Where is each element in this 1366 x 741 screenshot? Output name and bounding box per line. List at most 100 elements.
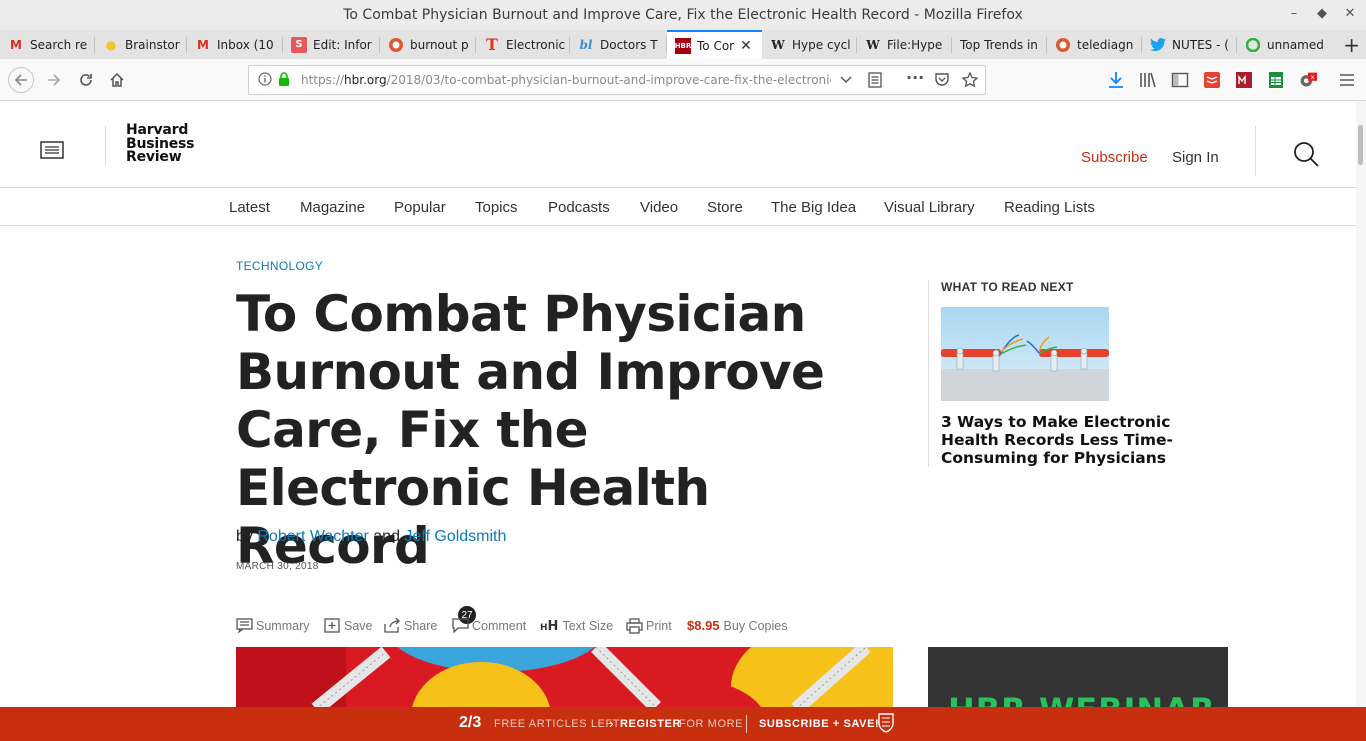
subscribe-link[interactable]: Subscribe [1081, 149, 1148, 166]
webinar-ad-text: HBR WEBINAR [948, 691, 1216, 707]
menu-icon[interactable] [40, 141, 64, 159]
paywall-banner: 2/3 FREE ARTICLES LEFT › REGISTER FOR MO… [0, 707, 1366, 741]
chevron-down-icon[interactable] [840, 73, 852, 89]
tab-label: telediagn [1077, 37, 1134, 52]
scrollbar-thumb[interactable] [1358, 125, 1363, 165]
nav-topics[interactable]: Topics [475, 199, 518, 216]
comment-button[interactable]: Comment [452, 618, 526, 633]
topic-kicker[interactable]: TECHNOLOGY [236, 259, 323, 273]
duckduckgo-icon [1055, 37, 1071, 53]
url-text[interactable]: https://hbr.org/2018/03/to-combat-physic… [301, 73, 831, 87]
summary-button[interactable]: Summary [236, 618, 309, 633]
tab-13[interactable]: unnamed [1237, 30, 1332, 59]
page-scrollbar[interactable] [1356, 101, 1366, 707]
author-link[interactable]: Jeff Goldsmith [404, 528, 506, 545]
home-icon[interactable] [106, 69, 128, 91]
related-article-title[interactable]: 3 Ways to Make Electronic Health Records… [941, 413, 1211, 467]
tab-label: NUTES - ( [1172, 37, 1229, 52]
lightbulb-icon: ● [105, 37, 117, 52]
tab-12[interactable]: NUTES - ( [1142, 30, 1237, 59]
reader-view-icon[interactable] [868, 72, 882, 92]
text-size-label: Text Size [562, 619, 614, 633]
extension-icon[interactable]: x [1299, 71, 1317, 89]
page-actions-icon[interactable]: ··· [906, 68, 924, 87]
nav-store[interactable]: Store [707, 199, 743, 216]
tab-4[interactable]: burnout p [380, 30, 476, 59]
url-domain: hbr.org [344, 73, 387, 87]
print-icon [626, 618, 643, 634]
tab-0[interactable]: M Search re [0, 30, 95, 59]
header-divider [1255, 126, 1256, 176]
pocket-icon[interactable] [934, 72, 950, 91]
share-button[interactable]: Share [384, 618, 437, 633]
url-bar[interactable]: https://hbr.org/2018/03/to-combat-physic… [248, 65, 986, 95]
tab-10[interactable]: Top Trends in [952, 30, 1047, 59]
tab-6[interactable]: bl Doctors T [570, 30, 667, 59]
tab-8[interactable]: W Hype cycl [762, 30, 857, 59]
todoist-icon[interactable] [1203, 71, 1221, 89]
minimize-icon[interactable]: – [1286, 6, 1302, 21]
forward-icon[interactable] [43, 69, 65, 91]
tab-5[interactable]: T Electronic [476, 30, 570, 59]
gmail-icon: M [197, 37, 209, 52]
buy-copies-label: Buy Copies [723, 618, 788, 633]
author-link[interactable]: Robert Wachter [257, 528, 368, 545]
nav-big-idea[interactable]: The Big Idea [771, 199, 856, 216]
hbr-icon: HBR [675, 37, 691, 54]
save-button[interactable]: Save [324, 618, 373, 633]
tab-label: File:Hype [887, 37, 943, 52]
nav-popular[interactable]: Popular [394, 199, 446, 216]
save-label: Save [344, 618, 373, 633]
lock-icon[interactable] [278, 72, 290, 90]
byline-by: by [236, 528, 253, 545]
sheets-icon[interactable] [1267, 71, 1285, 89]
nav-podcasts[interactable]: Podcasts [548, 199, 610, 216]
print-button[interactable]: Print [626, 618, 672, 634]
library-icon[interactable] [1139, 71, 1157, 89]
webinar-ad[interactable]: HBR WEBINAR [928, 647, 1228, 707]
meetup-icon[interactable] [1235, 71, 1253, 89]
related-article-image[interactable] [941, 307, 1109, 401]
new-tab-icon[interactable]: + [1343, 33, 1360, 57]
tab-3[interactable]: S Edit: Infor [283, 30, 380, 59]
twitter-icon [1150, 37, 1166, 53]
summary-label: Summary [256, 618, 310, 633]
tab-label: Brainstor [125, 37, 180, 52]
subscribe-save-link[interactable]: SUBSCRIBE + SAVE! [759, 718, 879, 730]
chevron-right-icon: › [609, 715, 614, 731]
reload-icon[interactable] [75, 69, 97, 91]
nav-latest[interactable]: Latest [229, 199, 270, 216]
tab-label: unnamed [1267, 37, 1324, 52]
tab-11[interactable]: telediagn [1047, 30, 1142, 59]
hero-image [236, 647, 893, 707]
text-size-button[interactable]: HH Text Size [540, 618, 613, 634]
tab-2[interactable]: M Inbox (10 [187, 30, 283, 59]
close-window-icon[interactable]: ✕ [1342, 6, 1358, 21]
close-tab-icon[interactable]: ✕ [740, 38, 752, 54]
download-icon[interactable] [1107, 71, 1125, 89]
sign-in-link[interactable]: Sign In [1172, 149, 1219, 166]
window-title: To Combat Physician Burnout and Improve … [343, 7, 1023, 23]
maximize-icon[interactable]: ◆ [1314, 6, 1330, 21]
nav-video[interactable]: Video [640, 199, 678, 216]
nav-magazine[interactable]: Magazine [300, 199, 365, 216]
bookmark-star-icon[interactable] [961, 71, 979, 92]
nav-reading-lists[interactable]: Reading Lists [1004, 199, 1095, 216]
search-icon[interactable] [1293, 141, 1319, 167]
back-icon[interactable] [8, 67, 34, 93]
menu-icon[interactable] [1338, 71, 1356, 89]
comment-label: Comment [472, 618, 527, 633]
tab-1[interactable]: ● Brainstor [95, 30, 187, 59]
tab-label: Top Trends in [960, 37, 1038, 52]
buy-copies-button[interactable]: $8.95 Buy Copies [687, 618, 787, 633]
sidebar-icon[interactable] [1171, 71, 1189, 89]
hbr-logo[interactable]: Harvard Business Review [126, 123, 195, 165]
green-icon [1245, 37, 1261, 53]
tab-label: Doctors T [600, 37, 658, 52]
register-link[interactable]: REGISTER [620, 718, 681, 730]
tab-7-active[interactable]: HBR To Cor ✕ [667, 30, 762, 59]
info-icon[interactable] [258, 72, 272, 90]
tab-9[interactable]: W File:Hype [857, 30, 952, 59]
cable-figures-illustration [941, 307, 1109, 401]
nav-visual-library[interactable]: Visual Library [884, 199, 975, 216]
